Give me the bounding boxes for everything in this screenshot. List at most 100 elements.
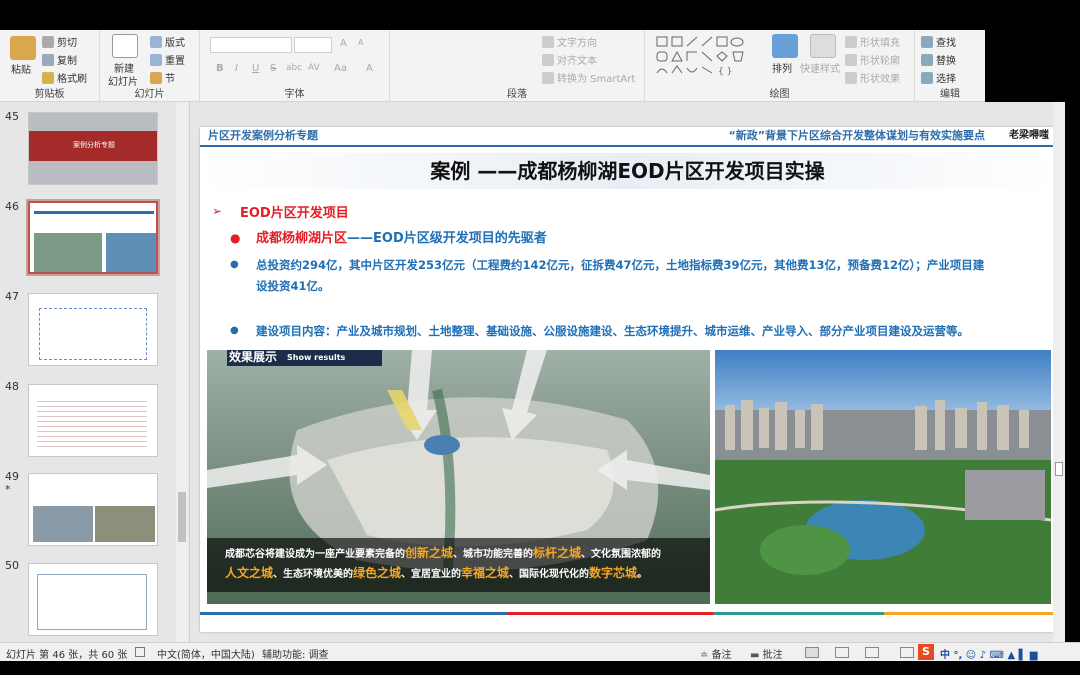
bold-button[interactable]: B <box>216 63 224 74</box>
thumb-num-46: 46 <box>5 200 19 213</box>
shrink-font-button[interactable]: A <box>358 38 363 47</box>
accessibility-status[interactable]: 辅助功能: 调查 <box>262 646 329 661</box>
layout-icon <box>150 35 162 48</box>
reading-view-icon[interactable] <box>865 647 879 658</box>
bullet-1-b: ——EOD片区级开发项目的先驱者 <box>347 231 547 246</box>
clipboard-group-label: 剪贴板 <box>34 89 65 100</box>
thumbnail-scrollbar[interactable] <box>176 102 188 642</box>
reset-button[interactable]: 重置 <box>150 52 185 67</box>
layout-button[interactable]: 版式 <box>150 34 185 49</box>
italic-button[interactable]: I <box>235 63 238 74</box>
notes-button[interactable]: ≐ 备注 <box>700 646 732 661</box>
sogou-ime-icon[interactable]: S <box>918 644 934 660</box>
grow-font-button[interactable]: A <box>340 38 347 49</box>
thumbnail-slide-46[interactable] <box>26 199 160 276</box>
caption-text: 、国际化现代化的 <box>509 569 590 580</box>
fill-icon <box>845 35 857 48</box>
shape-fill-button[interactable]: 形状填充 <box>845 34 900 49</box>
shapes-gallery[interactable]: { } <box>655 35 755 79</box>
thumbnail-slide-50[interactable] <box>28 563 158 636</box>
thumbnail-pane: 45 案例分析专题 46 47 48 49 * 50 <box>0 102 190 642</box>
thumbnail-slide-49[interactable] <box>28 473 158 546</box>
paste-button[interactable]: 粘贴 <box>11 61 31 76</box>
quick-styles-button[interactable]: 快速样式 <box>800 60 840 75</box>
section-marker: ➢ <box>212 204 223 218</box>
caption-highlight: 创新之城 <box>405 546 454 560</box>
shape-outline-button[interactable]: 形状轮廓 <box>845 52 900 67</box>
paragraph-group-label: 段落 <box>507 89 527 100</box>
format-painter-button[interactable]: 格式刷 <box>42 70 87 85</box>
clipboard-group: 粘贴 剪切 复制 格式刷 剪贴板 <box>0 30 100 102</box>
footer-stripe <box>200 612 1055 615</box>
slides-group-label: 幻灯片 <box>134 89 165 100</box>
notes-icon: ≐ <box>700 650 712 661</box>
spacing-button[interactable]: AV <box>308 63 320 73</box>
font-color-button[interactable]: A <box>366 63 373 74</box>
paste-icon[interactable] <box>10 36 36 60</box>
canvas-scrollbar[interactable] <box>1053 102 1065 642</box>
case-button[interactable]: Aa <box>334 63 347 74</box>
bullet-2-line1: 总投资约294亿，其中片区开发253亿元（工程费约142亿元，征拆费47亿元，土… <box>256 258 985 272</box>
bullet-2-line2: 设投资41亿。 <box>256 279 330 293</box>
section-heading: EOD片区开发项目 <box>240 206 349 221</box>
normal-view-icon[interactable] <box>805 647 819 658</box>
cursor-icon <box>921 71 933 84</box>
bullet-1: 成都杨柳湖片区——EOD片区级开发项目的先驱者 <box>256 230 547 248</box>
caption-text: 、宜居宜业的 <box>401 569 462 580</box>
arrange-icon[interactable] <box>772 34 798 58</box>
header-line <box>200 145 1055 147</box>
slides-group: 新建 幻灯片 版式 重置 节 幻灯片 <box>100 30 200 102</box>
thumb-num-50: 50 <box>5 559 19 572</box>
spellcheck-icon[interactable] <box>135 647 145 657</box>
thumbnail-slide-48[interactable] <box>28 384 158 457</box>
language-status[interactable]: 中文(简体，中国大陆) <box>157 646 255 661</box>
text-direction-button[interactable]: 文字方向 <box>542 34 597 49</box>
thumb-num-45: 45 <box>5 110 19 123</box>
replace-button[interactable]: 替换 <box>921 52 956 67</box>
select-button[interactable]: 选择 <box>921 70 956 85</box>
slide[interactable]: 片区开发案例分析专题 “新政”背景下片区综合开发整体谋划与有效实施要点 老梁嘚嗤… <box>200 127 1055 632</box>
thumb47-diagram <box>39 308 147 360</box>
thumb-num-49: 49 <box>5 470 19 483</box>
thumb49-img1 <box>33 506 93 542</box>
thumb45-title: 案例分析专题 <box>73 141 115 149</box>
slideshow-icon[interactable] <box>900 647 914 658</box>
shape-effects-button[interactable]: 形状效果 <box>845 70 900 85</box>
sorter-view-icon[interactable] <box>835 647 849 658</box>
thumbnail-scroll-thumb[interactable] <box>178 492 186 542</box>
drawing-group-label: 绘图 <box>769 89 790 100</box>
caption-highlight: 幸福之城 <box>461 566 510 580</box>
smartart-icon <box>542 71 554 84</box>
caption-highlight: 绿色之城 <box>353 566 402 580</box>
smartart-button[interactable]: 转换为 SmartArt <box>542 70 635 85</box>
arrange-button[interactable]: 排列 <box>772 60 792 75</box>
new-slide-icon[interactable] <box>112 34 138 58</box>
bullet-dot-2: ● <box>230 259 239 270</box>
comments-button[interactable]: ▬ 批注 <box>750 646 783 661</box>
logo: 老梁嘚嗤 <box>1009 130 1049 141</box>
section-button[interactable]: 节 <box>150 70 175 85</box>
copy-button[interactable]: 复制 <box>42 52 77 67</box>
thumbnail-slide-45[interactable]: 案例分析专题 <box>28 112 158 185</box>
thumb49-img2 <box>95 506 155 542</box>
thumb46-img2 <box>106 233 156 272</box>
cut-button[interactable]: 剪切 <box>42 34 77 49</box>
font-name-box[interactable] <box>210 37 292 53</box>
drawing-group: { } 排列 快速样式 形状填充 形状轮廓 形状效果 绘图 <box>645 30 915 102</box>
underline-button[interactable]: U <box>252 63 259 74</box>
window-bottom-bar <box>0 661 1080 675</box>
caption-text: 、文化氛围浓郁的 <box>581 549 662 560</box>
shadow-button[interactable]: abc <box>286 63 302 73</box>
ime-tray-icons[interactable]: 中 °, ☺ ♪ ⌨ ▲ ▌ ▆ <box>940 646 1037 661</box>
bullet-1-a: 成都杨柳湖片区 <box>256 231 348 246</box>
quick-styles-icon[interactable] <box>810 34 836 58</box>
align-text-button[interactable]: 对齐文本 <box>542 52 597 67</box>
thumbnail-slide-47[interactable] <box>28 293 158 366</box>
thumb50-diagram <box>37 574 147 630</box>
find-button[interactable]: 查找 <box>921 34 956 49</box>
canvas-scroll-thumb[interactable] <box>1055 462 1063 476</box>
thumb48-text <box>37 397 147 447</box>
font-size-box[interactable] <box>294 37 332 53</box>
bullet-dot-1: ● <box>230 231 241 245</box>
strike-button[interactable]: S <box>270 63 276 74</box>
